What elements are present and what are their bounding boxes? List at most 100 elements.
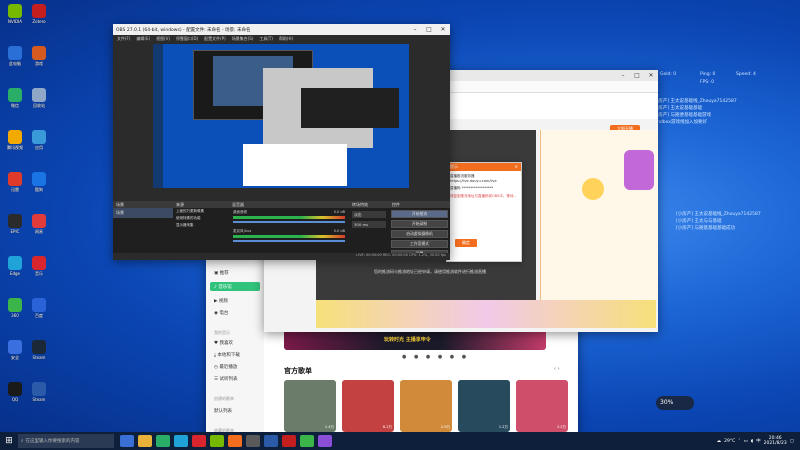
volume-slider[interactable]	[233, 221, 345, 223]
weather-icon[interactable]: ☁	[717, 439, 722, 444]
app-icon	[32, 256, 46, 270]
sidebar-item[interactable]: ◷ 最近播放	[214, 364, 237, 370]
desktop-icon-label: Edge	[9, 271, 21, 276]
desktop-icon-label: 网易	[35, 229, 43, 234]
nested-obs	[301, 88, 399, 128]
source-item[interactable]: 使用特殊的功能	[173, 215, 229, 222]
desktop-icon[interactable]: 此电脑	[2, 46, 28, 74]
taskbar-app-icon[interactable]	[192, 435, 206, 447]
obs-control-button[interactable]: 启动虚拟摄像机	[391, 230, 448, 238]
desktop-icon[interactable]: 百度	[26, 298, 52, 326]
source-item[interactable]: 显示器采集	[173, 222, 229, 229]
sidebar-item-active[interactable]: ♪ 音乐馆	[210, 282, 260, 291]
desktop-icon[interactable]: 微信	[2, 88, 28, 116]
ime-indicator[interactable]: 中	[756, 438, 761, 444]
taskbar-app-icon[interactable]	[174, 435, 188, 447]
desktop-icon[interactable]: 腾讯视频	[2, 130, 28, 158]
maximize-icon[interactable]: □	[422, 26, 436, 33]
confirm-button[interactable]: 确定	[455, 239, 477, 247]
obs-menu-item[interactable]: 场景集合(S)	[232, 36, 254, 42]
volume-badge: 30%	[656, 396, 694, 410]
desktop-icon[interactable]: Edge	[2, 256, 28, 284]
transition-duration[interactable]: 300 ms	[352, 221, 386, 228]
desktop-icon[interactable]: 安全	[2, 340, 28, 368]
obs-menu-item[interactable]: 停靠窗口(D)	[176, 36, 198, 42]
desktop-icon-label: NVIDIA	[8, 19, 22, 24]
obs-control-button[interactable]: 开始录制	[391, 220, 448, 228]
obs-control-button[interactable]: 工作室模式	[391, 240, 448, 248]
obs-menu-item[interactable]: 编辑(E)	[136, 36, 150, 42]
chevron-up-icon[interactable]: ˄	[738, 439, 740, 444]
play-count: 1.2万	[498, 425, 508, 429]
taskbar-app-icon[interactable]	[282, 435, 296, 447]
scene-item[interactable]: 场景	[113, 208, 173, 218]
carousel-arrows[interactable]: ‹ ›	[554, 366, 560, 372]
desktop-icon[interactable]: 360	[2, 298, 28, 326]
app-icon	[32, 298, 46, 312]
desktop-icon[interactable]: 游戏	[26, 46, 52, 74]
taskbar-app-icon[interactable]	[138, 435, 152, 447]
speaker-icon[interactable]: ◖	[751, 439, 753, 444]
close-icon[interactable]: ✕	[436, 26, 450, 33]
desktop-icon[interactable]: 酷狗	[26, 172, 52, 200]
volume-slider[interactable]	[233, 240, 345, 242]
desktop-icon[interactable]: NVIDIA	[2, 4, 28, 32]
app-icon	[8, 46, 22, 60]
desktop-icon[interactable]: QQ	[2, 382, 28, 410]
notification-icon[interactable]: ▢	[790, 439, 794, 444]
taskbar-app-icon[interactable]	[210, 435, 224, 447]
minimize-icon[interactable]: –	[616, 72, 630, 79]
taskbar-app-icon[interactable]	[300, 435, 314, 447]
sidebar-item[interactable]: ▶ 视频	[214, 298, 228, 304]
play-count: 8.2万	[382, 425, 392, 429]
obs-menubar: 文件(F) 编辑(E) 视图(V) 停靠窗口(D) 配置文件(P) 场景集合(S) 工具(T…	[113, 35, 450, 42]
taskbar-app-icon[interactable]	[120, 435, 134, 447]
obs-control-button[interactable]: 开始推流	[391, 210, 448, 218]
sidebar-item[interactable]: ♥ 我喜欢	[214, 340, 233, 346]
taskbar-app-icon[interactable]	[156, 435, 170, 447]
desktop-icon[interactable]: 应用	[26, 130, 52, 158]
desktop-icon[interactable]: 网易	[26, 214, 52, 242]
transitions-dock: 转场特效 淡出 300 ms	[349, 201, 389, 253]
obs-menu-item[interactable]: 视图(V)	[156, 36, 170, 42]
close-icon[interactable]: ✕	[515, 164, 518, 169]
source-item[interactable]: 上面的万更新像素	[173, 208, 229, 215]
taskbar-app-icon[interactable]	[228, 435, 242, 447]
audio-meter	[233, 235, 345, 238]
app-icon	[8, 172, 22, 186]
close-icon[interactable]: ✕	[644, 72, 658, 79]
obs-titlebar: OBS 27.0.1 (64-bit, windows) - 配置文件: 未命名…	[113, 24, 450, 35]
clock[interactable]: 20:46 2021/8/23	[764, 436, 787, 446]
banner-dots[interactable]: ● ● ● ● ● ●	[402, 354, 469, 360]
desktop-icon[interactable]: Steam	[26, 340, 52, 368]
sidebar-item[interactable]: 默认列表	[214, 408, 232, 414]
desktop-icon[interactable]: 迅雷	[2, 172, 28, 200]
sidebar-item[interactable]: ☰ 试听列表	[214, 376, 237, 382]
obs-menu-item[interactable]: 文件(F)	[117, 36, 130, 42]
playlist-cover: 1.4万	[284, 380, 336, 432]
taskbar-app-icon[interactable]	[264, 435, 278, 447]
desktop-icon[interactable]: 回收站	[26, 88, 52, 116]
sidebar-item[interactable]: ◉ 电台	[214, 310, 228, 316]
transition-select[interactable]: 淡出	[352, 211, 386, 218]
banner[interactable]: 玩转时光 主播享申令	[284, 330, 546, 350]
playlist-cover: 3.2万	[516, 380, 568, 432]
network-icon[interactable]: ▭	[744, 439, 748, 444]
desktop-icon[interactable]: 音乐	[26, 256, 52, 284]
desktop-icon-label: 酷狗	[35, 187, 43, 192]
sidebar-item[interactable]: ⤓ 本地和下载	[214, 352, 240, 358]
obs-menu-item[interactable]: 配置文件(P)	[204, 36, 226, 42]
taskbar-app-icon[interactable]	[318, 435, 332, 447]
maximize-icon[interactable]: □	[630, 72, 644, 79]
taskbar-app-icon[interactable]	[246, 435, 260, 447]
desktop-icon[interactable]: Zotero	[26, 4, 52, 32]
desktop-icon[interactable]: EPIC	[2, 214, 28, 242]
minimize-icon[interactable]: –	[408, 26, 422, 33]
sidebar-item[interactable]: ▣ 推荐	[214, 270, 229, 276]
start-button[interactable]: ⊞	[0, 432, 18, 450]
desktop-icon-label: 安全	[11, 355, 19, 360]
desktop-icon[interactable]: Steam	[26, 382, 52, 410]
obs-menu-item[interactable]: 工具(T)	[259, 36, 273, 42]
obs-menu-item[interactable]: 帮助(H)	[279, 36, 293, 42]
search-box[interactable]: ⌕ 在这里输入你要搜索的内容	[18, 434, 114, 448]
